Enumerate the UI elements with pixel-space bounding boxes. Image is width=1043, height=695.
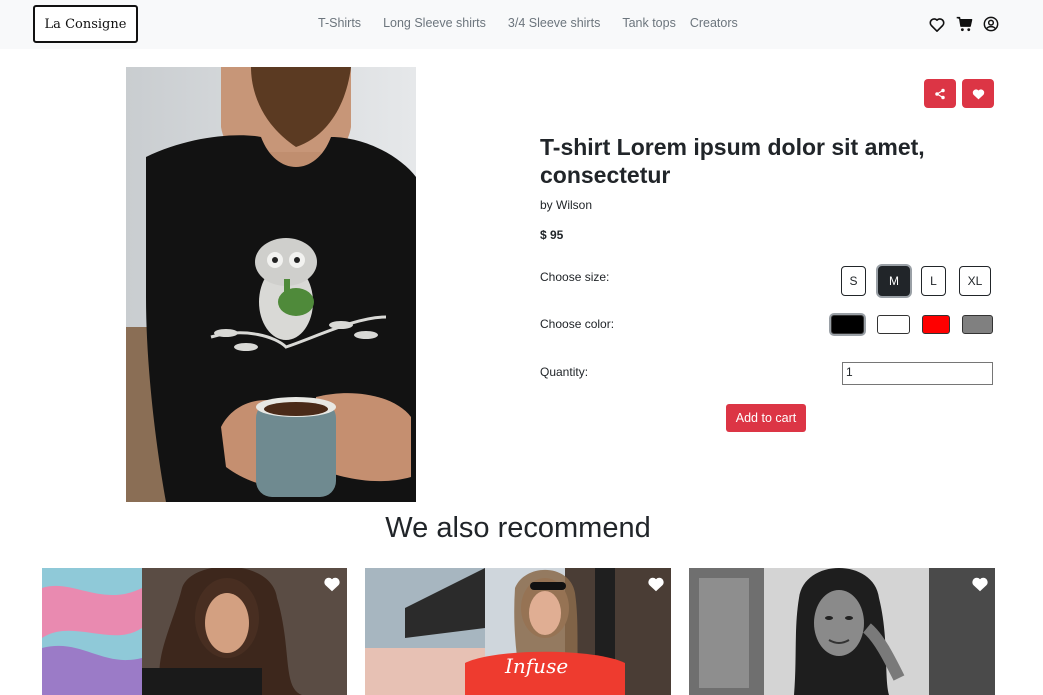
size-option-xl[interactable]: XL bbox=[959, 266, 991, 296]
color-swatch-red[interactable] bbox=[922, 315, 950, 334]
size-label: Choose size: bbox=[540, 270, 610, 284]
product-title: T-shirt Lorem ipsum dolor sit amet, cons… bbox=[540, 134, 925, 188]
product-actions bbox=[924, 79, 994, 108]
quantity-label: Quantity: bbox=[540, 365, 589, 379]
nav-link-long-sleeve[interactable]: Long Sleeve shirts bbox=[372, 16, 497, 30]
recommend-card-image: Infuse bbox=[365, 568, 671, 695]
heart-icon[interactable] bbox=[647, 576, 665, 592]
add-to-cart-button[interactable]: Add to cart bbox=[726, 404, 806, 432]
size-option-l[interactable]: L bbox=[921, 266, 946, 296]
product-price: $ 95 bbox=[540, 228, 564, 242]
nav-link-tank-tops[interactable]: Tank tops bbox=[611, 16, 683, 30]
recommend-card[interactable] bbox=[42, 568, 347, 695]
heart-icon[interactable] bbox=[971, 576, 989, 592]
navbar: La Consigne T-Shirts Long Sleeve shirts … bbox=[0, 0, 1043, 49]
color-swatch-grey[interactable] bbox=[962, 315, 993, 334]
recommend-card-image bbox=[689, 568, 995, 695]
svg-text:Infuse: Infuse bbox=[504, 654, 568, 678]
size-selector: S M L XL bbox=[841, 266, 991, 296]
nav-links: T-Shirts Long Sleeve shirts 3/4 Sleeve s… bbox=[308, 16, 749, 30]
color-swatch-white[interactable] bbox=[877, 315, 910, 334]
size-option-m[interactable]: M bbox=[878, 266, 910, 296]
recommend-card[interactable] bbox=[689, 568, 995, 695]
cart-icon[interactable] bbox=[955, 15, 973, 33]
user-icon[interactable] bbox=[982, 15, 1000, 33]
heart-filled-icon bbox=[972, 88, 984, 99]
quantity-input[interactable]: 1 bbox=[842, 362, 993, 385]
color-swatch-black[interactable] bbox=[831, 315, 864, 334]
heart-icon[interactable] bbox=[323, 576, 341, 592]
heart-icon[interactable] bbox=[928, 15, 946, 33]
nav-icons bbox=[928, 15, 1000, 33]
nav-link-tshirts[interactable]: T-Shirts bbox=[308, 16, 372, 30]
brand-logo[interactable]: La Consigne bbox=[33, 5, 138, 43]
product-image bbox=[126, 67, 416, 502]
recommend-heading: We also recommend bbox=[385, 512, 651, 544]
nav-link-three-quarter-sleeve[interactable]: 3/4 Sleeve shirts bbox=[497, 16, 611, 30]
nav-link-creators[interactable]: Creators bbox=[683, 16, 749, 30]
product-creator: by Wilson bbox=[540, 198, 593, 212]
size-option-s[interactable]: S bbox=[841, 266, 866, 296]
recommend-card[interactable]: Infuse bbox=[365, 568, 671, 695]
share-icon bbox=[935, 88, 945, 99]
color-label: Choose color: bbox=[540, 317, 615, 331]
color-selector bbox=[831, 315, 993, 334]
favorite-button[interactable] bbox=[962, 79, 994, 108]
share-button[interactable] bbox=[924, 79, 956, 108]
recommend-card-image bbox=[42, 568, 347, 695]
